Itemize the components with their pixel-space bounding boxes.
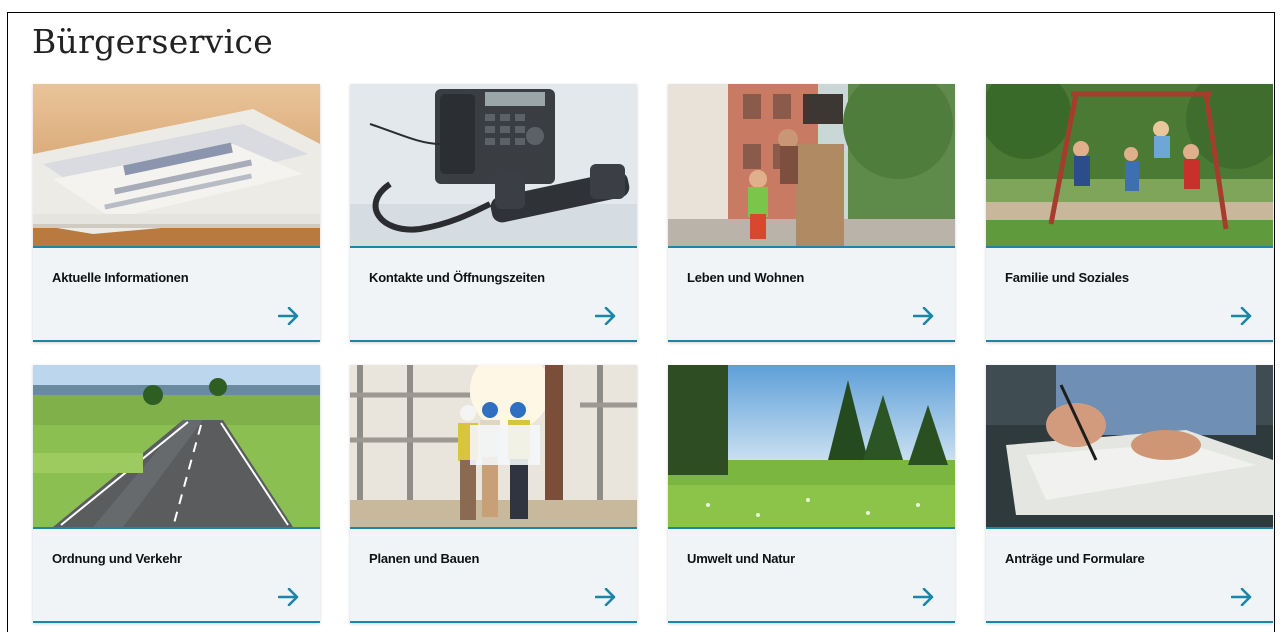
card-familie-soziales[interactable]: Familie und Soziales (986, 84, 1273, 342)
card-image-construction-site (350, 365, 637, 527)
arrow-right-icon[interactable] (913, 307, 935, 325)
card-antraege-formulare[interactable]: Anträge und Formulare (986, 365, 1273, 623)
page-title: Bürgerservice (32, 22, 274, 61)
card-image-meadow (668, 365, 955, 527)
card-label: Leben und Wohnen (687, 270, 805, 285)
card-label: Ordnung und Verkehr (52, 551, 182, 566)
arrow-right-icon[interactable] (913, 588, 935, 606)
card-label: Aktuelle Informationen (52, 270, 189, 285)
arrow-right-icon[interactable] (1231, 588, 1253, 606)
card-label: Umwelt und Natur (687, 551, 796, 566)
card-image-country-road (33, 365, 320, 527)
card-umwelt-natur[interactable]: Umwelt und Natur (668, 365, 955, 623)
card-image-town-fountain (668, 84, 955, 246)
arrow-right-icon[interactable] (595, 588, 617, 606)
arrow-right-icon[interactable] (278, 588, 300, 606)
card-label: Familie und Soziales (1005, 270, 1129, 285)
arrow-right-icon[interactable] (1231, 307, 1253, 325)
card-aktuelle-informationen[interactable]: Aktuelle Informationen (33, 84, 320, 342)
card-ordnung-verkehr[interactable]: Ordnung und Verkehr (33, 365, 320, 623)
card-image-telephone (350, 84, 637, 246)
card-kontakte-oeffnungszeiten[interactable]: Kontakte und Öffnungszeiten (350, 84, 637, 342)
card-image-signing-document (986, 365, 1273, 527)
arrow-right-icon[interactable] (595, 307, 617, 325)
card-leben-wohnen[interactable]: Leben und Wohnen (668, 84, 955, 342)
card-label: Planen und Bauen (369, 551, 480, 566)
card-label: Kontakte und Öffnungszeiten (369, 270, 545, 285)
arrow-right-icon[interactable] (278, 307, 300, 325)
card-planen-bauen[interactable]: Planen und Bauen (350, 365, 637, 623)
card-image-newspapers (33, 84, 320, 246)
card-label: Anträge und Formulare (1005, 551, 1145, 566)
card-image-playground-swings (986, 84, 1273, 246)
